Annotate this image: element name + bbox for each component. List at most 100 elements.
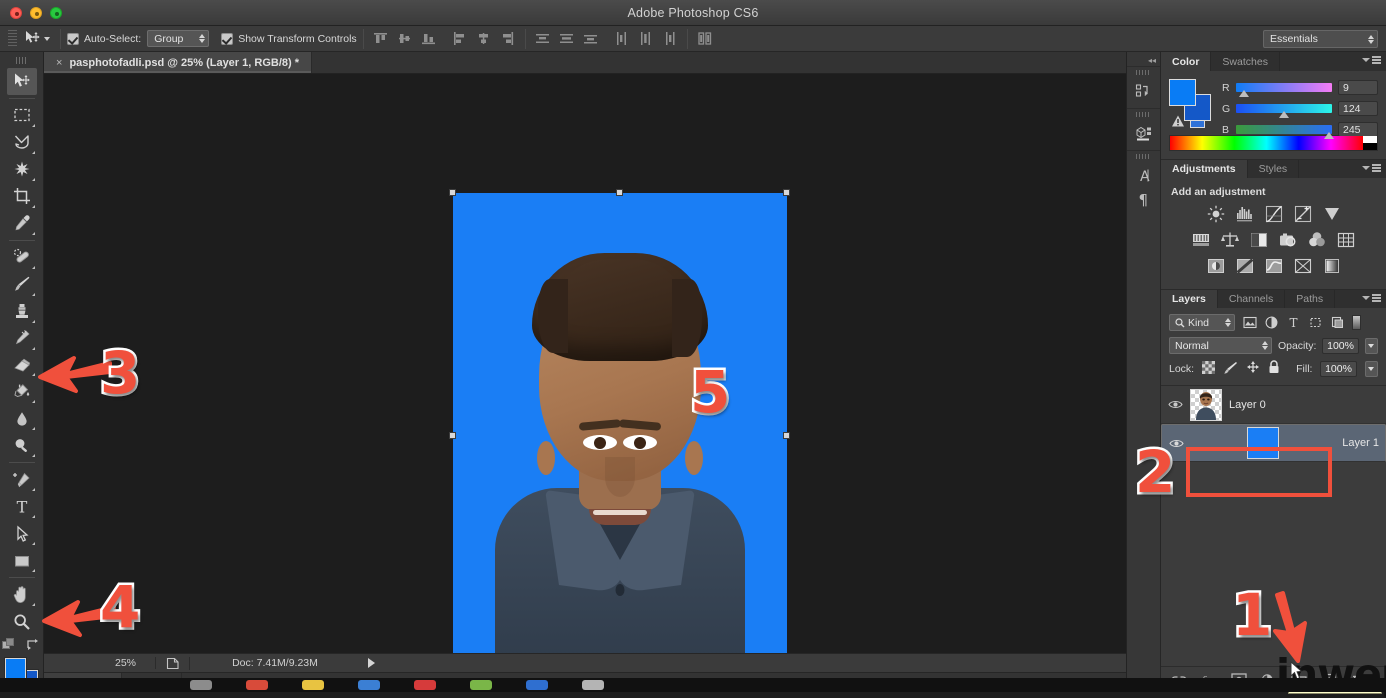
status-bar-menu-arrow-icon[interactable]: [360, 658, 382, 668]
filter-shape-icon[interactable]: [1308, 315, 1323, 330]
lock-transparent-pixels-icon[interactable]: [1202, 361, 1215, 377]
canvas[interactable]: [44, 74, 1126, 653]
curves-icon[interactable]: [1264, 205, 1283, 222]
crop-tool[interactable]: [7, 183, 37, 210]
color-controls-mini[interactable]: [0, 638, 43, 652]
table-row[interactable]: Layer 1: [1161, 424, 1386, 462]
threshold-icon[interactable]: [1264, 257, 1283, 274]
foreground-color-swatch[interactable]: [5, 658, 26, 679]
b-value-field[interactable]: 245: [1338, 122, 1378, 137]
zoom-tool[interactable]: [7, 608, 37, 635]
opacity-value-field[interactable]: 100%: [1322, 338, 1358, 354]
r-value-field[interactable]: 9: [1338, 80, 1378, 95]
layer-list[interactable]: Layer 0 Layer 1: [1161, 385, 1386, 666]
transform-handle-top-left[interactable]: [449, 189, 456, 196]
color-balance-icon[interactable]: [1221, 231, 1240, 248]
spot-healing-brush-tool[interactable]: [7, 244, 37, 271]
os-dock[interactable]: [0, 678, 1386, 692]
distribute-right-edges-icon[interactable]: [659, 29, 681, 49]
posterize-icon[interactable]: [1235, 257, 1254, 274]
dock-icon[interactable]: [246, 680, 268, 690]
blend-mode-dropdown[interactable]: Normal: [1169, 337, 1272, 354]
layer-name[interactable]: Layer 1: [1342, 437, 1379, 449]
color-slider-b[interactable]: B 245: [1222, 122, 1378, 137]
opacity-slider-toggle[interactable]: [1365, 338, 1378, 354]
lock-all-icon[interactable]: [1268, 360, 1280, 377]
fill-value-field[interactable]: 100%: [1320, 361, 1356, 377]
clone-stamp-tool[interactable]: [7, 298, 37, 325]
align-bottom-edges-icon[interactable]: [418, 29, 440, 49]
align-buttons-group[interactable]: [370, 29, 519, 49]
dock-icon[interactable]: [582, 680, 604, 690]
distribute-left-edges-icon[interactable]: [611, 29, 633, 49]
photo-filter-icon[interactable]: [1279, 231, 1298, 248]
table-row[interactable]: Layer 0: [1161, 386, 1386, 424]
zoom-level-field[interactable]: 25%: [96, 657, 156, 669]
magic-wand-tool[interactable]: [7, 156, 37, 183]
g-slider-track[interactable]: [1236, 104, 1332, 113]
color-slider-r[interactable]: R 9: [1222, 80, 1378, 95]
hue-saturation-icon[interactable]: [1192, 231, 1211, 248]
dock-icon[interactable]: [190, 680, 212, 690]
dock-icon[interactable]: [470, 680, 492, 690]
brightness-contrast-icon[interactable]: [1206, 205, 1225, 222]
distribute-top-edges-icon[interactable]: [532, 29, 554, 49]
align-top-edges-icon[interactable]: [370, 29, 392, 49]
filter-type-icon[interactable]: T: [1286, 315, 1301, 330]
layer-filter-kind-dropdown[interactable]: Kind: [1169, 314, 1235, 331]
dock-icon[interactable]: [526, 680, 548, 690]
filter-adjustment-icon[interactable]: [1264, 315, 1279, 330]
color-slider-g[interactable]: G 124: [1222, 101, 1378, 116]
auto-select-scope-dropdown[interactable]: Group: [147, 30, 209, 47]
white-black-swatches[interactable]: [1363, 136, 1377, 150]
rectangle-tool[interactable]: [7, 547, 37, 574]
dock-icon[interactable]: [302, 680, 324, 690]
exposure-icon[interactable]: [1293, 205, 1312, 222]
layer-name[interactable]: Layer 0: [1229, 399, 1266, 411]
character-panel-icon[interactable]: A: [1131, 163, 1157, 187]
channel-mixer-icon[interactable]: [1308, 231, 1327, 248]
b-slider-thumb[interactable]: [1324, 132, 1334, 139]
color-panel-menu-icon[interactable]: [1362, 56, 1381, 64]
color-spectrum-ramp[interactable]: [1169, 135, 1378, 151]
layer-visibility-toggle[interactable]: [1168, 435, 1184, 451]
color-panel-foreground-swatch[interactable]: [1169, 79, 1196, 106]
document-tab[interactable]: × pasphotofadli.psd @ 25% (Layer 1, RGB/…: [44, 52, 312, 73]
r-slider-track[interactable]: [1236, 83, 1332, 92]
gradient-map-icon[interactable]: [1322, 257, 1341, 274]
lock-position-icon[interactable]: [1246, 360, 1260, 377]
lock-image-pixels-icon[interactable]: [1223, 361, 1238, 377]
path-selection-tool[interactable]: [7, 520, 37, 547]
history-panel-group[interactable]: [1127, 66, 1160, 108]
hand-tool[interactable]: [7, 581, 37, 608]
transform-handle-middle-right[interactable]: [783, 432, 790, 439]
paragraph-panel-icon[interactable]: ¶: [1131, 187, 1157, 211]
layer-thumbnail[interactable]: [1190, 389, 1222, 421]
filter-pixel-icon[interactable]: [1242, 315, 1257, 330]
rectangular-marquee-tool[interactable]: [7, 102, 37, 129]
distribute-buttons-group[interactable]: [532, 29, 681, 49]
fill-slider-toggle[interactable]: [1365, 361, 1378, 377]
options-bar-grip[interactable]: [8, 30, 17, 48]
levels-icon[interactable]: [1235, 205, 1254, 222]
layers-panel-menu-icon[interactable]: [1362, 294, 1381, 302]
3d-panel-group[interactable]: [1127, 108, 1160, 150]
r-slider-thumb[interactable]: [1239, 90, 1249, 97]
distribute-bottom-edges-icon[interactable]: [580, 29, 602, 49]
history-brush-tool[interactable]: [7, 325, 37, 352]
tab-layers[interactable]: Layers: [1161, 290, 1218, 308]
align-left-edges-icon[interactable]: [449, 29, 471, 49]
tab-paths[interactable]: Paths: [1285, 290, 1335, 308]
auto-align-layers-icon[interactable]: [694, 29, 716, 49]
eyedropper-tool[interactable]: [7, 210, 37, 237]
align-vertical-centers-icon[interactable]: [394, 29, 416, 49]
close-document-icon[interactable]: ×: [56, 57, 62, 69]
rail-grip[interactable]: [1136, 112, 1151, 117]
g-value-field[interactable]: 124: [1338, 101, 1378, 116]
transform-handle-middle-left[interactable]: [449, 432, 456, 439]
blur-tool[interactable]: [7, 405, 37, 432]
distribute-vertical-centers-icon[interactable]: [556, 29, 578, 49]
align-right-edges-icon[interactable]: [497, 29, 519, 49]
b-slider-track[interactable]: [1236, 125, 1332, 134]
brush-tool[interactable]: [7, 271, 37, 298]
